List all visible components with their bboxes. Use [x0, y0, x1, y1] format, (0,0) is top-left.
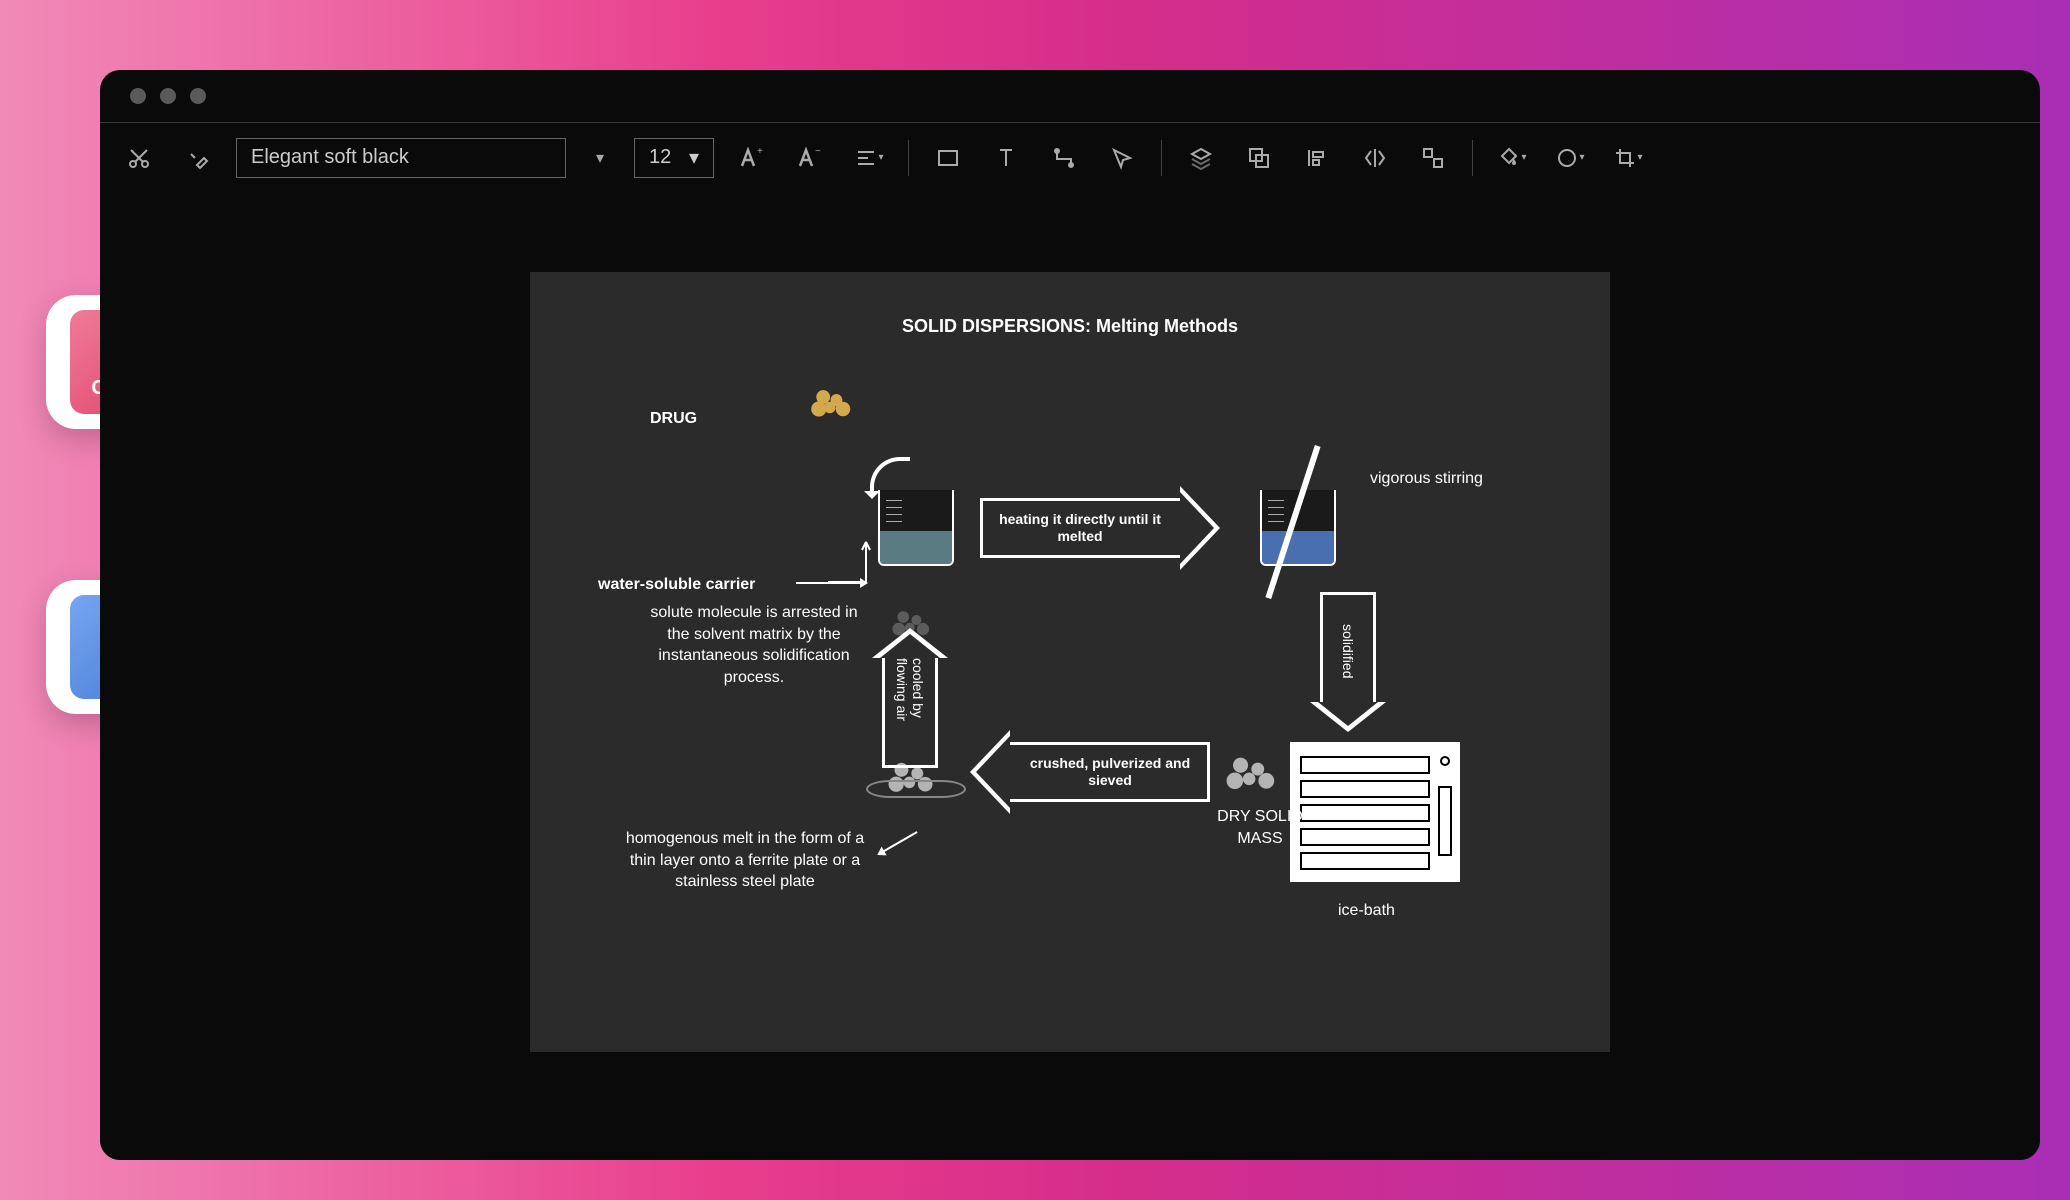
increase-font-button[interactable]: +: [734, 139, 772, 177]
svg-text:+: +: [757, 146, 763, 157]
powder-icon: [1223, 754, 1280, 793]
connector-tool-button[interactable]: [1045, 139, 1083, 177]
decrease-font-button[interactable]: −: [792, 139, 830, 177]
beaker-icon: [878, 490, 954, 566]
font-family-select[interactable]: Elegant soft black: [236, 138, 566, 178]
titlebar: [100, 70, 2040, 122]
line-arrow-icon: [878, 831, 917, 855]
fill-color-button[interactable]: ▾: [1493, 139, 1531, 177]
distribute-button[interactable]: [1414, 139, 1452, 177]
app-window: Elegant soft black ▾ 12▾ + − ▾ ▾ ▾ ▾ SOL…: [100, 70, 2040, 1160]
window-close-button[interactable]: [130, 88, 146, 104]
crop-button[interactable]: ▾: [1609, 139, 1647, 177]
drug-powder-icon: [810, 388, 854, 418]
dry-solid-mass-label: DRY SOLID MASS: [1200, 806, 1320, 849]
svg-text:−: −: [815, 146, 821, 157]
solute-desc-label: solute molecule is arrested in the solve…: [644, 602, 864, 688]
slide-title: SOLID DISPERSIONS: Melting Methods: [530, 316, 1610, 337]
outline-button[interactable]: ▾: [1551, 139, 1589, 177]
melt-desc-label: homogenous melt in the form of a thin la…: [620, 828, 870, 893]
layers-button[interactable]: [1182, 139, 1220, 177]
toolbar: Elegant soft black ▾ 12▾ + − ▾ ▾ ▾ ▾: [100, 122, 2040, 192]
icebath-label: ice-bath: [1338, 900, 1395, 922]
rectangle-tool-button[interactable]: [929, 139, 967, 177]
flip-button[interactable]: [1356, 139, 1394, 177]
carrier-label: water-soluble carrier: [598, 574, 755, 596]
chevron-down-icon[interactable]: ▾: [586, 148, 614, 168]
plate-icon: [866, 780, 966, 798]
text-tool-button[interactable]: [987, 139, 1025, 177]
format-painter-button[interactable]: [178, 139, 216, 177]
window-maximize-button[interactable]: [190, 88, 206, 104]
arrow-heating: heating it directly until it melted: [980, 498, 1220, 558]
vigorous-stirring-label: vigorous stirring: [1370, 468, 1483, 490]
canvas-area[interactable]: SOLID DISPERSIONS: Melting Methods DRUG …: [100, 192, 2040, 1160]
arrow-crushed: crushed, pulverized and sieved: [970, 742, 1210, 802]
powder-icon: [890, 608, 934, 638]
align-objects-button[interactable]: [1298, 139, 1336, 177]
cut-button[interactable]: [120, 139, 158, 177]
arrow-cooled: cooled by flowing air: [882, 628, 938, 768]
drug-label: DRUG: [650, 408, 697, 430]
align-button[interactable]: ▾: [850, 139, 888, 177]
window-minimize-button[interactable]: [160, 88, 176, 104]
arrow-solidified: solidified: [1320, 592, 1376, 732]
slide[interactable]: SOLID DISPERSIONS: Melting Methods DRUG …: [530, 272, 1610, 1052]
elbow-arrow-icon: [826, 536, 882, 586]
pointer-tool-button[interactable]: [1103, 139, 1141, 177]
font-size-select[interactable]: 12▾: [634, 138, 714, 178]
group-button[interactable]: [1240, 139, 1278, 177]
